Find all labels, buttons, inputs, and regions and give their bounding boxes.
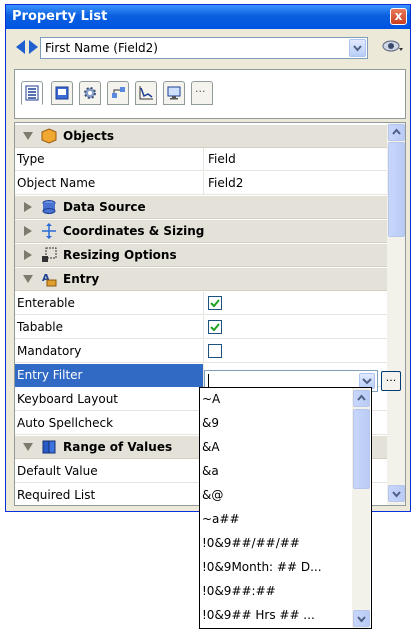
property-name: Required List <box>15 484 204 505</box>
property-value <box>205 316 387 339</box>
property-name: Mandatory <box>15 340 204 363</box>
property-value: Field <box>208 152 236 166</box>
tab-chart[interactable] <box>135 81 157 105</box>
move-arrows-icon <box>42 223 56 239</box>
property-row-enterable[interactable]: Enterable <box>15 292 387 315</box>
window-title: Property List <box>12 9 108 24</box>
dropdown-option[interactable]: &9 <box>202 412 352 436</box>
tab-gear[interactable] <box>79 81 101 105</box>
gear-icon <box>84 87 96 99</box>
object-selector-dropdown-button[interactable] <box>349 39 366 57</box>
chart-icon <box>139 86 153 100</box>
property-name: Type <box>15 148 204 171</box>
hierarchy-icon <box>112 87 125 98</box>
expanded-triangle-icon <box>23 132 33 140</box>
checkmark-icon <box>210 323 220 332</box>
enterable-checkbox[interactable] <box>208 296 222 310</box>
property-value <box>205 292 387 315</box>
dropdown-scroll-down-button[interactable] <box>353 610 370 627</box>
database-icon <box>42 200 56 214</box>
chevron-down-icon <box>392 491 401 498</box>
entry-filter-edit-button[interactable]: ... <box>381 371 401 391</box>
dropdown-option[interactable]: !0&9## Hrs ## ... <box>202 604 352 628</box>
form-object-icon <box>55 86 69 100</box>
text-caret <box>208 374 209 388</box>
book-icon <box>42 440 56 454</box>
property-row-mandatory[interactable]: Mandatory <box>15 340 387 363</box>
dropdown-scroll-thumb[interactable] <box>353 409 370 489</box>
expanded-triangle-icon <box>23 443 33 451</box>
section-data-source[interactable]: Data Source <box>15 196 387 219</box>
resize-icon <box>42 247 57 262</box>
dropdown-option[interactable]: !0&9Month: ## D... <box>202 556 352 580</box>
entry-keyboard-icon: A <box>42 273 57 287</box>
cube-icon <box>41 128 57 144</box>
section-objects[interactable]: Objects <box>15 125 387 148</box>
display-icon <box>167 86 181 100</box>
tab-form-object[interactable] <box>51 81 73 105</box>
property-name: Enterable <box>15 292 204 315</box>
close-button[interactable]: x <box>390 8 407 25</box>
dropdown-option[interactable]: &A <box>202 436 352 460</box>
property-value[interactable]: Field2 <box>205 172 387 195</box>
object-selector-value: First Name (Field2) <box>45 41 158 55</box>
dropdown-option[interactable]: &a <box>202 460 352 484</box>
dropdown-scrollbar[interactable] <box>352 388 370 628</box>
list-icon <box>25 85 39 101</box>
entry-filter-dropdown-list[interactable]: ~A &9 &A &a &@ ~a## !0&9##/##/## !0&9Mon… <box>199 387 372 629</box>
mandatory-checkbox[interactable] <box>208 344 222 358</box>
tab-list[interactable] <box>21 81 43 105</box>
property-name: Keyboard Layout <box>15 388 204 411</box>
chevron-down-icon <box>362 378 372 385</box>
dropdown-scroll-up-button[interactable] <box>353 390 370 407</box>
property-row-type[interactable]: Type Field <box>15 148 387 171</box>
property-row-object-name[interactable]: Object Name Field2 <box>15 172 387 195</box>
property-name: Object Name <box>15 172 204 195</box>
chevron-down-icon <box>357 616 366 623</box>
section-label: Range of Values <box>63 440 173 454</box>
section-label: Data Source <box>63 200 146 214</box>
tab-hierarchy[interactable] <box>107 81 129 105</box>
section-entry[interactable]: A Entry <box>15 268 387 291</box>
property-name: Auto Spellcheck <box>15 412 204 435</box>
property-name: Default Value <box>15 460 204 483</box>
scroll-up-button[interactable] <box>388 124 405 141</box>
tabable-checkbox[interactable] <box>208 320 222 334</box>
property-grid-scrollbar[interactable] <box>387 123 405 505</box>
property-name: Entry Filter <box>15 364 204 387</box>
collapsed-triangle-icon <box>24 202 32 212</box>
scroll-down-button[interactable] <box>388 485 405 502</box>
eye-icon[interactable] <box>382 39 404 53</box>
dropdown-option[interactable]: !0&9##/##/## <box>202 532 352 556</box>
property-name: Tabable <box>15 316 204 339</box>
chevron-down-icon <box>353 45 362 52</box>
dropdown-option[interactable]: ~a## <box>202 508 352 532</box>
expanded-triangle-icon <box>23 275 33 283</box>
collapsed-triangle-icon <box>24 226 32 236</box>
tab-more[interactable]: ··· <box>191 81 213 105</box>
more-icon: ··· <box>195 85 206 98</box>
section-resizing-options[interactable]: Resizing Options <box>15 244 387 267</box>
section-coordinates-sizing[interactable]: Coordinates & Sizing <box>15 220 387 243</box>
dropdown-option[interactable]: !0&9##:## <box>202 580 352 604</box>
collapsed-triangle-icon <box>24 250 32 260</box>
prev-next-arrows-icon[interactable] <box>16 39 38 55</box>
section-label: Entry <box>63 272 100 286</box>
tab-display[interactable] <box>163 81 185 105</box>
property-row-tabable[interactable]: Tabable <box>15 316 387 339</box>
property-value <box>205 340 387 363</box>
property-tabs: ··· <box>14 69 406 119</box>
section-label: Coordinates & Sizing <box>63 224 205 238</box>
object-selector-bar: First Name (Field2) <box>14 35 406 63</box>
dropdown-option[interactable]: &@ <box>202 484 352 508</box>
section-label: Objects <box>63 129 115 143</box>
checkmark-icon <box>210 299 220 308</box>
scroll-thumb[interactable] <box>388 142 405 237</box>
title-bar[interactable]: Property List x <box>6 5 410 29</box>
object-selector-dropdown[interactable]: First Name (Field2) <box>40 37 368 59</box>
dropdown-option[interactable]: ~A <box>202 388 352 412</box>
chevron-up-icon <box>392 128 401 135</box>
chevron-up-icon <box>357 394 366 401</box>
section-label: Resizing Options <box>63 248 177 262</box>
